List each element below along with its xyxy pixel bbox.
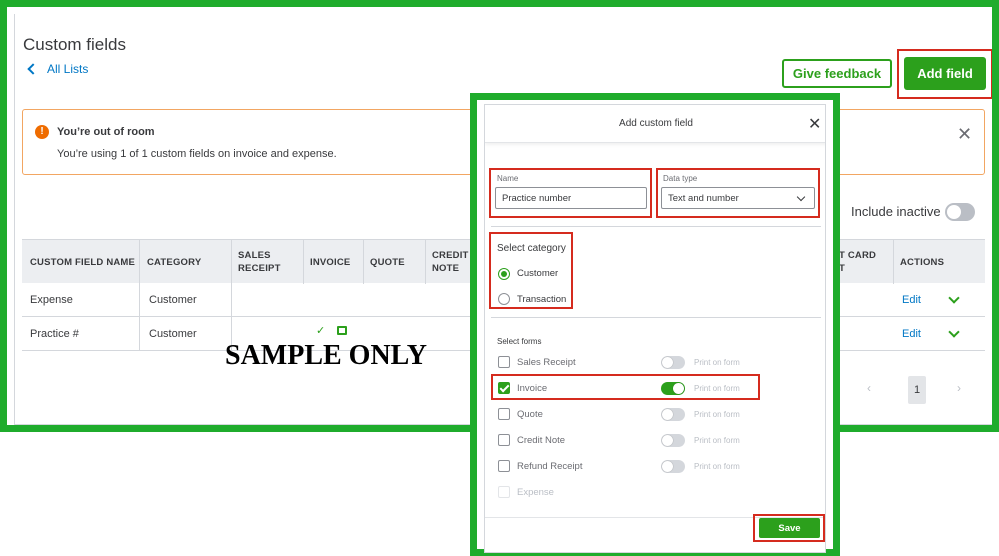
give-feedback-button[interactable]: Give feedback [782, 59, 892, 88]
modal-title: Add custom field [619, 118, 693, 129]
form-invoice-label[interactable]: Invoice [517, 383, 547, 394]
row-category: Customer [149, 328, 197, 340]
col-header-category[interactable]: CATEGORY [147, 240, 201, 284]
radio-customer-label[interactable]: Customer [517, 268, 558, 279]
pager-next-icon[interactable]: › [957, 381, 961, 395]
row-actions-dropdown[interactable] [948, 283, 960, 317]
edit-link[interactable]: Edit [902, 283, 921, 317]
page-title: Custom fields [23, 35, 126, 54]
checkbox-invoice[interactable] [498, 382, 510, 394]
alert-close-icon[interactable]: ✕ [957, 124, 972, 145]
chevron-down-icon [796, 192, 806, 202]
row-category: Customer [149, 294, 197, 306]
print-toggle-refund-receipt[interactable] [661, 460, 685, 473]
modal-header: Add custom field ✕ [485, 105, 825, 143]
name-label: Name [497, 174, 519, 183]
close-icon[interactable]: ✕ [808, 114, 821, 134]
include-inactive-label: Include inactive [851, 204, 941, 219]
datatype-label: Data type [663, 174, 698, 183]
form-refund-receipt-label[interactable]: Refund Receipt [517, 461, 582, 472]
all-lists-link[interactable]: All Lists [27, 62, 89, 76]
chevron-down-icon [948, 292, 960, 304]
col-header-sales-receipt[interactable]: SALES RECEIPT [238, 240, 281, 284]
name-field[interactable]: Practice number [495, 187, 647, 209]
print-toggle-credit-note[interactable] [661, 434, 685, 447]
row-actions-dropdown[interactable] [948, 317, 960, 351]
radio-transaction[interactable] [498, 293, 510, 305]
checkbox-refund-receipt[interactable] [498, 460, 510, 472]
col-header-name[interactable]: CUSTOM FIELD NAME [30, 240, 135, 284]
save-button[interactable]: Save [759, 518, 820, 538]
form-credit-note-label[interactable]: Credit Note [517, 435, 565, 446]
check-icon: ✓ [316, 324, 326, 337]
edit-link[interactable]: Edit [902, 317, 921, 351]
alert-body: You’re using 1 of 1 custom fields on inv… [57, 148, 337, 160]
divider [491, 226, 821, 227]
print-on-form-label: Print on form [694, 358, 740, 367]
print-toggle-sales-receipt[interactable] [661, 356, 685, 369]
warning-icon: ! [35, 125, 49, 139]
datatype-select[interactable]: Text and number [661, 187, 815, 209]
form-expense-label: Expense [517, 487, 554, 498]
printer-icon [337, 325, 348, 335]
print-on-form-label: Print on form [694, 462, 740, 471]
radio-transaction-label[interactable]: Transaction [517, 294, 566, 305]
checkbox-sales-receipt[interactable] [498, 356, 510, 368]
print-on-form-label: Print on form [694, 436, 740, 445]
col-header-quote[interactable]: QUOTE [370, 240, 405, 284]
chevron-left-icon [27, 63, 39, 75]
chevron-down-icon [948, 326, 960, 338]
pager-prev-icon[interactable]: ‹ [867, 381, 871, 395]
form-quote-label[interactable]: Quote [517, 409, 543, 420]
add-custom-field-dialog: Add custom field ✕ Name Practice number … [484, 104, 826, 553]
divider [491, 317, 821, 318]
select-forms-title: Select forms [497, 337, 542, 346]
alert-title: You’re out of room [57, 126, 155, 138]
col-header-actions[interactable]: ACTIONS [900, 240, 944, 284]
checkbox-expense [498, 486, 510, 498]
radio-customer[interactable] [498, 268, 510, 280]
row-name: Practice # [30, 328, 79, 340]
print-toggle-quote[interactable] [661, 408, 685, 421]
checkbox-credit-note[interactable] [498, 434, 510, 446]
select-category-title: Select category [497, 243, 566, 254]
col-header-credit-note[interactable]: CREDIT NOTE [432, 240, 469, 284]
modal-frame: Add custom field ✕ Name Practice number … [470, 93, 840, 556]
col-header-credit-card[interactable]: T CARD T [839, 240, 876, 284]
row-name: Expense [30, 294, 73, 306]
pager-page-1[interactable]: 1 [908, 376, 926, 404]
print-on-form-label: Print on form [694, 384, 740, 393]
print-toggle-invoice[interactable] [661, 382, 685, 395]
all-lists-label: All Lists [47, 62, 89, 76]
sample-watermark: SAMPLE ONLY [225, 340, 428, 371]
add-field-button[interactable]: Add field [904, 57, 986, 90]
include-inactive-toggle[interactable] [945, 203, 975, 221]
print-on-form-label: Print on form [694, 410, 740, 419]
checkbox-quote[interactable] [498, 408, 510, 420]
form-sales-receipt-label[interactable]: Sales Receipt [517, 357, 576, 368]
col-header-invoice[interactable]: INVOICE [310, 240, 350, 284]
